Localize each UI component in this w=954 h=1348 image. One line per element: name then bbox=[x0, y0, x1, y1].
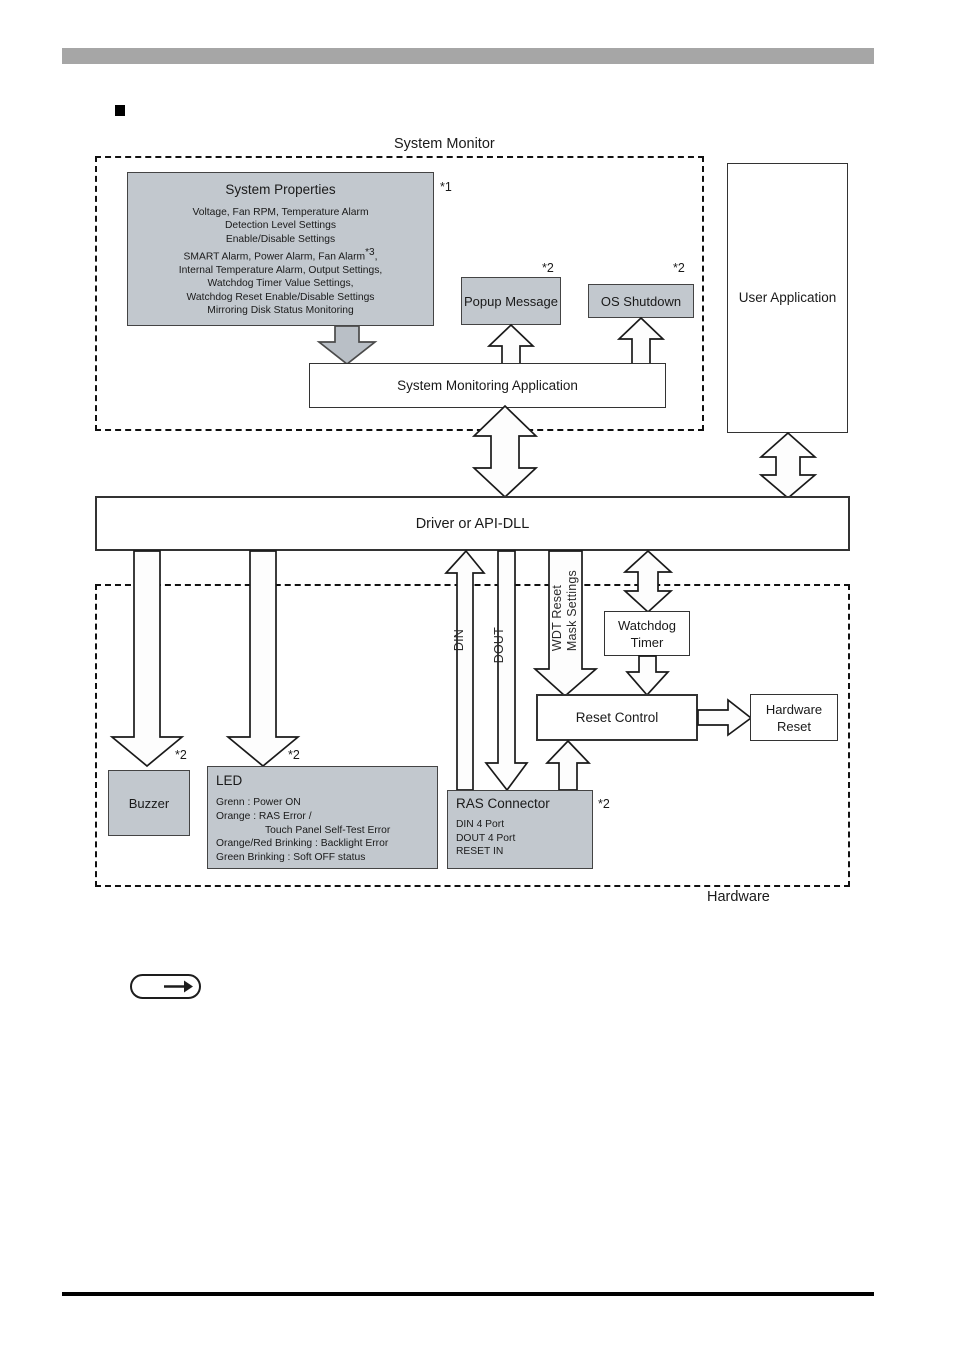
app-to-osshutdown-arrow bbox=[616, 316, 666, 365]
sp-line-6: Watchdog Reset Enable/Disable Settings bbox=[186, 291, 375, 303]
led-line-2: Touch Panel Self-Test Error bbox=[265, 824, 391, 836]
sp-line-0: Voltage, Fan RPM, Temperature Alarm bbox=[192, 207, 369, 218]
buzzer-box: Buzzer bbox=[108, 770, 190, 836]
sp-line-3-wrap: SMART Alarm, Power Alarm, Fan Alarm*3, bbox=[132, 246, 429, 264]
ras-to-reset-control-arrow bbox=[545, 739, 591, 791]
reset-control-box: Reset Control bbox=[536, 694, 698, 741]
sp-line-5: Watchdog Timer Value Settings, bbox=[207, 278, 354, 290]
ras-line-0: DIN 4 Port bbox=[456, 819, 505, 830]
page-header-bar bbox=[62, 48, 874, 64]
sp-inline-note: *3 bbox=[365, 247, 375, 259]
right-arrow-icon bbox=[164, 980, 193, 993]
user-app-to-driver-double-arrow bbox=[758, 431, 818, 500]
system-properties-title: System Properties bbox=[225, 182, 336, 197]
sp-line-4: Internal Temperature Alarm, Output Setti… bbox=[178, 265, 383, 277]
ras-line-1: DOUT 4 Port bbox=[456, 832, 516, 844]
sp-line-2: Enable/Disable Settings bbox=[225, 233, 336, 245]
sp-line-3: SMART Alarm, Power Alarm, Fan Alarm bbox=[183, 251, 366, 263]
driver-api-dll-box: Driver or API-DLL bbox=[95, 496, 850, 551]
led-line-3: Orange/Red Brinking : Backlight Error bbox=[216, 838, 389, 850]
watchdog-to-reset-control-arrow bbox=[625, 655, 670, 697]
din-signal-label: DIN bbox=[452, 629, 466, 652]
system-properties-box: System Properties Voltage, Fan RPM, Temp… bbox=[127, 172, 434, 326]
wdt-label-line1: WDT Reset bbox=[550, 584, 564, 652]
led-line-4: Green Brinking : Soft OFF status bbox=[216, 852, 366, 864]
system-properties-details: Voltage, Fan RPM, Temperature Alarm Dete… bbox=[128, 206, 433, 318]
watchdog-timer-box: Watchdog Timer bbox=[604, 611, 690, 656]
popup-message-box: Popup Message bbox=[461, 277, 561, 325]
app-to-popup-arrow bbox=[486, 323, 536, 365]
system-monitoring-application-box: System Monitoring Application bbox=[309, 363, 666, 408]
din-signal-arrow bbox=[444, 549, 486, 791]
led-details: Grenn : Power ON Orange : RAS Error / To… bbox=[216, 796, 437, 865]
driver-to-led-arrow bbox=[225, 550, 301, 768]
led-box: LED Grenn : Power ON Orange : RAS Error … bbox=[207, 766, 438, 869]
ras-connector-title: RAS Connector bbox=[456, 796, 550, 811]
app-to-driver-double-arrow bbox=[471, 404, 539, 499]
wdt-reset-mask-settings-label: WDT Reset Mask Settings bbox=[550, 570, 580, 651]
led-line-0: Grenn : Power ON bbox=[216, 797, 301, 808]
ras-connector-box: RAS Connector DIN 4 Port DOUT 4 Port RES… bbox=[447, 790, 593, 869]
hardware-region-label: Hardware bbox=[707, 889, 770, 905]
dout-signal-label: DOUT bbox=[492, 627, 506, 664]
buzzer-note-marker: *2 bbox=[175, 748, 187, 762]
led-title: LED bbox=[216, 773, 243, 788]
wdt-label-line2: Mask Settings bbox=[565, 570, 579, 652]
os-shutdown-note-marker: *2 bbox=[673, 261, 685, 275]
ras-connector-note-marker: *2 bbox=[598, 797, 610, 811]
ras-line-2: RESET IN bbox=[456, 846, 504, 857]
sp-line-1: Detection Level Settings bbox=[224, 220, 337, 232]
sp-line-7: Mirroring Disk Status Monitoring bbox=[207, 305, 354, 317]
sp-inline-note-trailer: , bbox=[374, 251, 378, 263]
section-bullet-marker bbox=[115, 105, 125, 116]
os-shutdown-box: OS Shutdown bbox=[588, 284, 694, 318]
led-note-marker: *2 bbox=[288, 748, 300, 762]
user-application-box: User Application bbox=[727, 163, 848, 433]
driver-to-buzzer-arrow bbox=[109, 550, 185, 768]
reference-pill-marker bbox=[130, 974, 201, 999]
popup-message-note-marker: *2 bbox=[542, 261, 554, 275]
page-footer-rule bbox=[62, 1292, 874, 1296]
ras-connector-details: DIN 4 Port DOUT 4 Port RESET IN bbox=[456, 818, 592, 859]
system-properties-to-app-arrow bbox=[316, 325, 378, 366]
led-line-1: Orange : RAS Error / bbox=[216, 810, 312, 822]
system-monitor-region-label: System Monitor bbox=[394, 136, 495, 152]
reset-control-to-hardware-reset-arrow bbox=[697, 698, 753, 737]
system-properties-note-marker: *1 bbox=[440, 180, 452, 194]
driver-to-watchdog-double-arrow bbox=[622, 549, 674, 614]
hardware-reset-box: Hardware Reset bbox=[750, 694, 838, 741]
dout-signal-arrow bbox=[484, 550, 529, 792]
